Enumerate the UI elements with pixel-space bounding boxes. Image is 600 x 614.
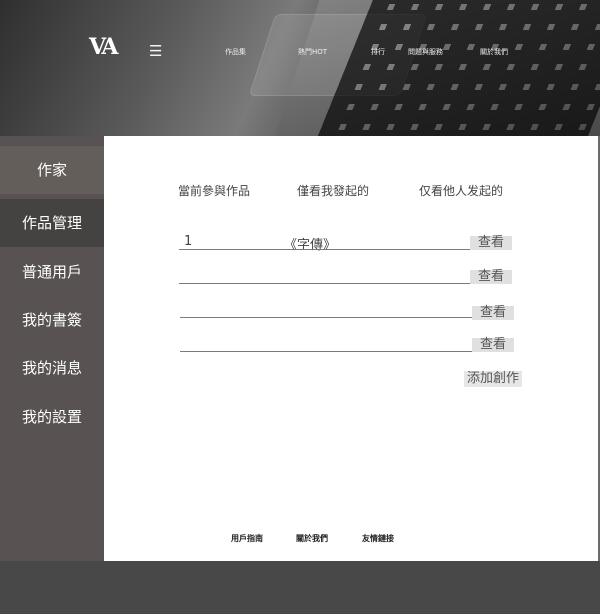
row-divider [179, 283, 471, 284]
footer-user-guide[interactable]: 用戶指南 [231, 533, 263, 544]
footer-friend-links[interactable]: 友情鏈接 [362, 533, 394, 544]
nav-about[interactable]: 關於我們 [480, 47, 508, 57]
row-divider [179, 249, 471, 250]
nav-hot[interactable]: 熱門HOT [298, 47, 327, 57]
row-divider [180, 317, 473, 318]
bottom-band [0, 561, 600, 614]
sidebar-item-messages[interactable]: 我的消息 [0, 344, 104, 392]
filter-mine-only[interactable]: 僅看我發起的 [297, 182, 369, 199]
filter-others-only[interactable]: 仅看他人发起的 [419, 182, 503, 199]
sidebar-item-bookmarks[interactable]: 我的書簽 [0, 296, 104, 344]
row-title[interactable]: 《字傳》 [284, 234, 336, 253]
main-panel: 當前參與作品 僅看我發起的 仅看他人发起的 1 《字傳》 查看 查看 查看 查看… [104, 136, 598, 561]
nav-ranking[interactable]: 排行 [371, 47, 385, 57]
view-button[interactable]: 查看 [472, 338, 514, 352]
view-button[interactable]: 查看 [470, 236, 512, 250]
view-button[interactable]: 查看 [472, 306, 514, 320]
row-index: 1 [184, 234, 193, 249]
menu-icon[interactable]: ☰ [149, 42, 162, 60]
row-divider [180, 351, 473, 352]
filter-current-works[interactable]: 當前參與作品 [178, 182, 250, 199]
site-logo[interactable]: VA [89, 34, 118, 60]
footer-about-us[interactable]: 關於我們 [296, 533, 328, 544]
sidebar-item-works-management[interactable]: 作品管理 [0, 199, 104, 247]
view-button[interactable]: 查看 [470, 270, 512, 284]
header-banner: VA ☰ 作品集 熱門HOT 排行 問題與服務 關於我們 [0, 0, 600, 136]
sidebar-item-settings[interactable]: 我的設置 [0, 393, 104, 441]
sidebar: 作家 作品管理 普通用戶 我的書簽 我的消息 我的設置 [0, 136, 104, 561]
sidebar-item-normal-user[interactable]: 普通用戶 [0, 248, 104, 296]
nav-support[interactable]: 問題與服務 [408, 47, 443, 57]
nav-portfolio[interactable]: 作品集 [225, 47, 246, 57]
sidebar-item-writer[interactable]: 作家 [0, 146, 104, 194]
add-creation-button[interactable]: 添加創作 [464, 371, 522, 387]
